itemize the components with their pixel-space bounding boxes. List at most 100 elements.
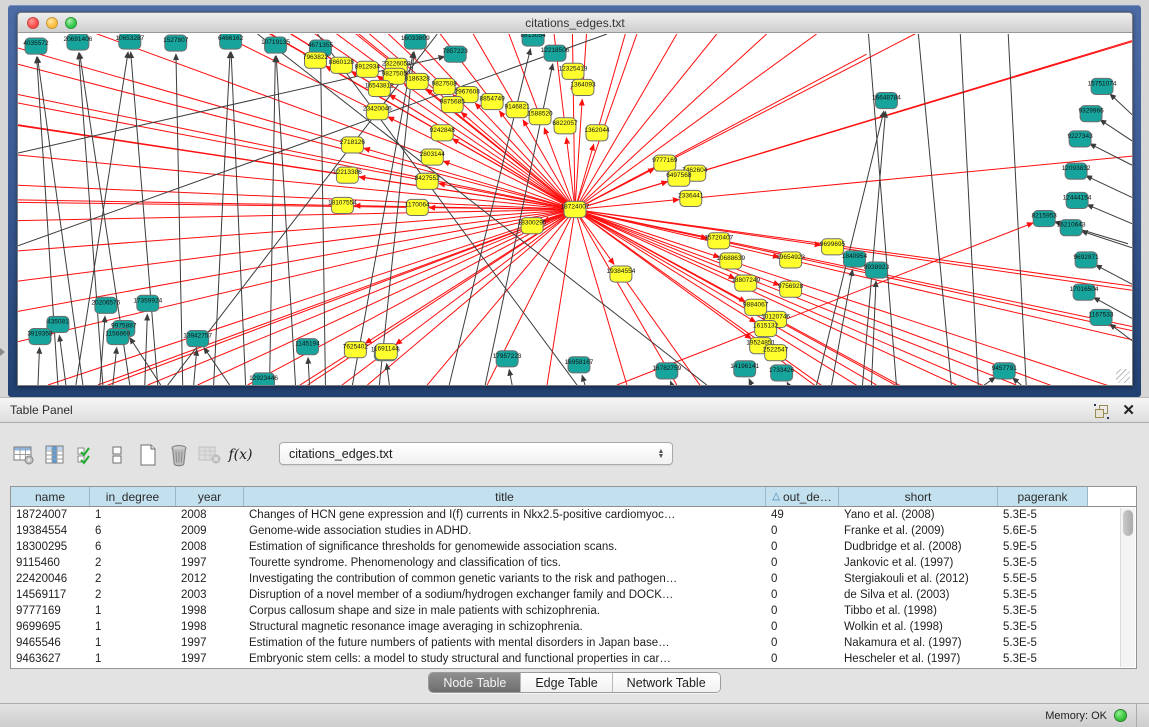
graph-node[interactable]: 18724007 bbox=[561, 201, 590, 217]
graph-node[interactable]: 14196141 bbox=[730, 361, 759, 377]
graph-node[interactable]: 10688639 bbox=[716, 253, 745, 269]
graph-node[interactable]: 20206576 bbox=[91, 297, 120, 313]
graph-node[interactable]: 8427552 bbox=[415, 173, 441, 189]
graph-node[interactable]: 12093832 bbox=[1062, 163, 1091, 179]
table-row[interactable]: 1456911722003Disruption of a novel membe… bbox=[11, 587, 1136, 603]
graph-node[interactable]: 12218506 bbox=[541, 45, 570, 61]
graph-node[interactable]: 8186328 bbox=[405, 73, 431, 89]
graph-node[interactable]: 8813054 bbox=[520, 34, 546, 46]
graph-node[interactable]: 9329966 bbox=[1078, 106, 1104, 122]
table-row[interactable]: 1830029562008Estimation of significance … bbox=[11, 539, 1136, 555]
graph-node[interactable]: 16958167 bbox=[565, 357, 594, 373]
graph-node[interactable]: 20691406 bbox=[63, 34, 92, 50]
graph-node[interactable]: 10653287 bbox=[115, 34, 144, 49]
new-column-button[interactable] bbox=[132, 440, 163, 471]
graph-node[interactable]: 7625402 bbox=[343, 342, 369, 358]
show-columns-button[interactable] bbox=[39, 440, 70, 471]
table-row[interactable]: 946554611997Estimation of the future num… bbox=[11, 635, 1136, 651]
graph-node[interactable]: 8854749 bbox=[480, 94, 506, 110]
graph-node[interactable]: 1364093 bbox=[570, 79, 596, 95]
graph-node[interactable]: 19384554 bbox=[606, 266, 635, 282]
table-selector-dropdown[interactable]: citations_edges.txt ▲▼ bbox=[279, 442, 673, 465]
graph-node[interactable]: 2803144 bbox=[420, 149, 446, 165]
column-header-indegree[interactable]: in_degree bbox=[90, 487, 176, 506]
graph-node[interactable]: 8938923 bbox=[864, 262, 890, 278]
graph-node[interactable]: 7857223 bbox=[443, 46, 469, 62]
graph-node[interactable]: 9146821 bbox=[504, 102, 530, 118]
graph-node[interactable]: 16033809 bbox=[401, 34, 430, 49]
graph-node[interactable]: 1691144 bbox=[374, 344, 399, 360]
minimize-button[interactable] bbox=[46, 17, 58, 29]
graph-node[interactable]: 6466162 bbox=[218, 34, 244, 49]
graph-node[interactable]: 9457791 bbox=[992, 363, 1018, 379]
table-row[interactable]: 977716911998Corpus callosum shape and si… bbox=[11, 603, 1136, 619]
graph-node[interactable]: 9227343 bbox=[1067, 131, 1093, 147]
graph-node[interactable]: 1527807 bbox=[163, 35, 189, 51]
graph-node[interactable]: 17016504 bbox=[1070, 284, 1099, 300]
graph-node[interactable]: 2718126 bbox=[340, 137, 366, 153]
tab-network-table[interactable]: Network Table bbox=[613, 673, 720, 692]
graph-node[interactable]: 16782759 bbox=[652, 363, 681, 379]
graph-node[interactable]: 9827508 bbox=[432, 78, 458, 94]
graph-node[interactable]: 13942757 bbox=[183, 331, 212, 347]
table-row[interactable]: 1872400712008Changes of HCN gene express… bbox=[11, 507, 1136, 523]
network-window-titlebar[interactable]: citations_edges.txt bbox=[18, 13, 1132, 33]
graph-node[interactable]: 8912934 bbox=[355, 61, 381, 77]
tab-edge-table[interactable]: Edge Table bbox=[521, 673, 612, 692]
graph-node[interactable]: 2336441 bbox=[678, 190, 704, 206]
scrollbar-thumb[interactable] bbox=[1123, 510, 1133, 536]
graph-node[interactable]: 12923446 bbox=[249, 373, 278, 385]
table-row[interactable]: 1938455462009Genome-wide association stu… bbox=[11, 523, 1136, 539]
graph-node[interactable]: 1145194 bbox=[295, 339, 320, 355]
column-header-outde[interactable]: △out_de… bbox=[766, 487, 839, 506]
graph-node[interactable]: 18300295 bbox=[518, 218, 547, 234]
network-canvas[interactable]: 4035572 20691406 10653287 1527807 6466162 107… bbox=[18, 34, 1132, 385]
function-builder-button[interactable]: f(x) bbox=[225, 440, 256, 471]
graph-node[interactable]: 8860128 bbox=[329, 57, 355, 73]
table-row[interactable]: 946362711997Embryonic stem cells: a mode… bbox=[11, 651, 1136, 667]
table-row[interactable]: 969969511998Structural magnetic resonanc… bbox=[11, 619, 1136, 635]
graph-node[interactable]: 1733426 bbox=[769, 365, 795, 381]
column-header-title[interactable]: title bbox=[244, 487, 766, 506]
network-graph[interactable]: 4035572 20691406 10653287 1527807 6466162 107… bbox=[18, 34, 1132, 385]
graph-node[interactable]: 16648784 bbox=[872, 93, 901, 109]
graph-node[interactable]: 15720407 bbox=[704, 233, 733, 249]
graph-node[interactable]: 9699695 bbox=[820, 239, 846, 255]
graph-node[interactable]: 9756928 bbox=[778, 281, 804, 297]
table-row[interactable]: 911546021997Tourette syndrome. Phenomeno… bbox=[11, 555, 1136, 571]
graph-node[interactable]: 9777169 bbox=[652, 155, 678, 171]
graph-node[interactable]: 12213386 bbox=[333, 167, 362, 183]
column-header-year[interactable]: year bbox=[176, 487, 244, 506]
graph-node[interactable]: 15751074 bbox=[1088, 78, 1117, 94]
delete-table-button[interactable] bbox=[194, 440, 225, 471]
delete-column-button[interactable] bbox=[163, 440, 194, 471]
graph-node[interactable]: 16543812 bbox=[365, 80, 394, 96]
graph-node[interactable]: 8215953 bbox=[1032, 211, 1058, 227]
column-header-short[interactable]: short bbox=[839, 487, 998, 506]
row-height-button[interactable] bbox=[101, 440, 132, 471]
graph-node[interactable]: 17957223 bbox=[493, 351, 522, 367]
close-panel-icon[interactable]: ✕ bbox=[1122, 404, 1135, 418]
select-columns-button[interactable] bbox=[70, 440, 101, 471]
column-header-name[interactable]: name bbox=[11, 487, 90, 506]
table-mode-button[interactable] bbox=[8, 440, 39, 471]
graph-node[interactable]: 12325419 bbox=[559, 63, 588, 79]
graph-node[interactable]: 9242848 bbox=[430, 125, 456, 141]
resize-grip[interactable] bbox=[1116, 369, 1130, 383]
vertical-scrollbar[interactable] bbox=[1120, 508, 1135, 667]
float-panel-icon[interactable] bbox=[1095, 405, 1108, 418]
graph-node[interactable]: 10719135 bbox=[261, 37, 290, 53]
graph-node[interactable]: 6822057 bbox=[552, 118, 578, 134]
graph-node[interactable]: 9875685 bbox=[440, 97, 466, 113]
graph-node[interactable]: 2522547 bbox=[763, 345, 789, 361]
column-header-pagerank[interactable]: pagerank bbox=[998, 487, 1088, 506]
graph-node[interactable]: 1156869 bbox=[105, 329, 130, 345]
zoom-button[interactable] bbox=[65, 17, 77, 29]
graph-node[interactable]: 18107554 bbox=[328, 197, 357, 213]
graph-node[interactable]: 4035572 bbox=[23, 38, 49, 54]
graph-node[interactable]: 1167533 bbox=[1089, 309, 1114, 325]
graph-node[interactable]: 17359924 bbox=[133, 295, 162, 311]
graph-node[interactable]: 1588520 bbox=[527, 109, 553, 125]
tab-node-table[interactable]: Node Table bbox=[429, 673, 521, 692]
graph-node[interactable]: 18807249 bbox=[731, 275, 760, 291]
